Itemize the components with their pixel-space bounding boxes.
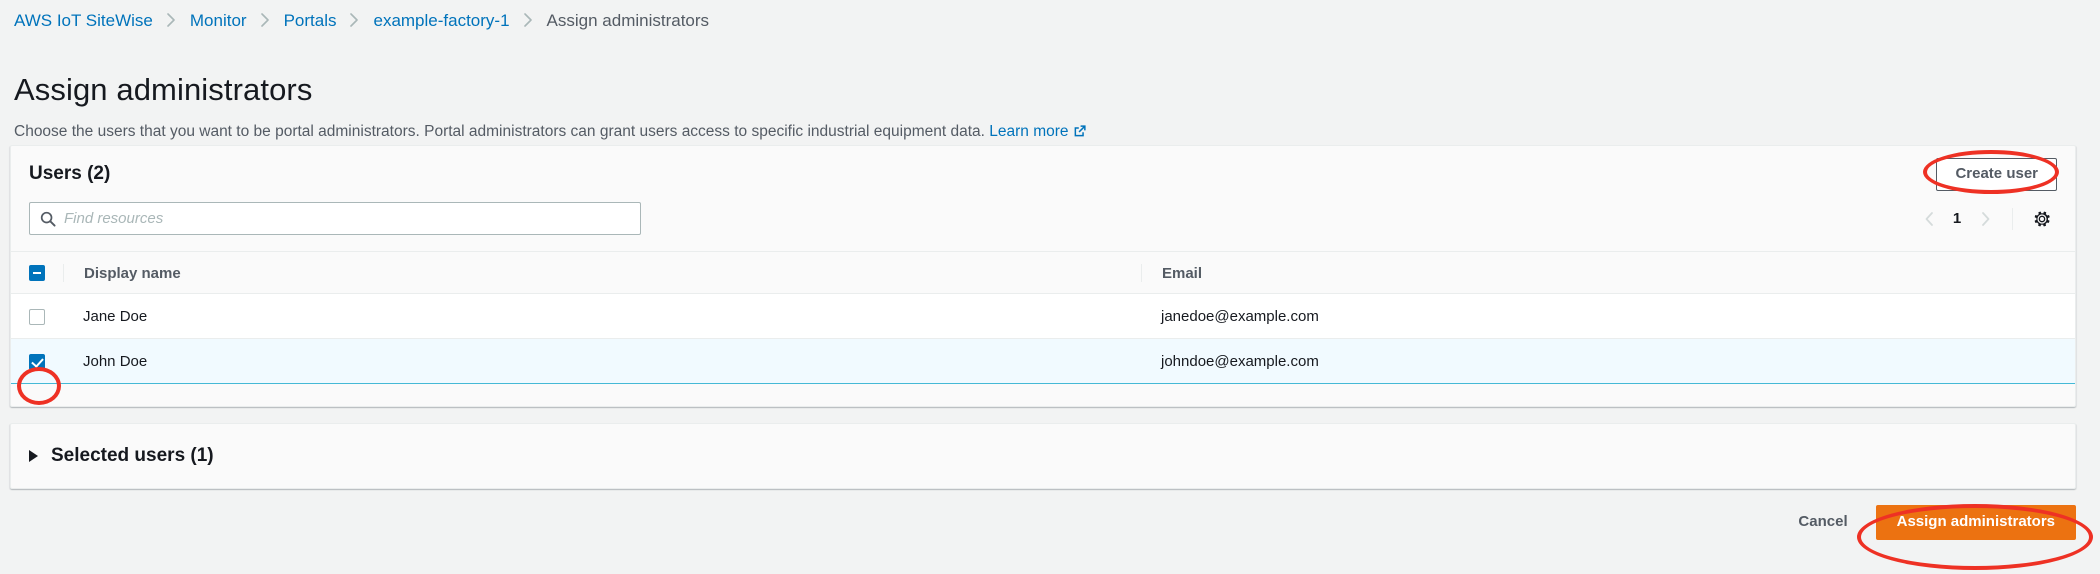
row-display-name-jane-doe: Jane Doe: [63, 308, 147, 325]
pagination-next-icon[interactable]: [1970, 204, 2000, 234]
assign-administrators-button[interactable]: Assign administrators: [1876, 505, 2076, 540]
row-display-name-cell: John Doe: [63, 339, 1141, 384]
row-email-cell: janedoe@example.com: [1141, 294, 2075, 339]
table-row[interactable]: Jane Doe janedoe@example.com: [11, 294, 2075, 339]
selected-users-panel: Selected users (1): [10, 423, 2076, 489]
page-description: Choose the users that you want to be por…: [14, 122, 1087, 144]
users-panel: Users (2) Create user 1: [10, 145, 2076, 407]
page-title: Assign administrators: [14, 71, 312, 109]
row-display-name-cell: Jane Doe: [63, 294, 1141, 339]
row-email-jane-doe: janedoe@example.com: [1141, 308, 1319, 325]
select-all-checkbox[interactable]: [29, 265, 45, 281]
users-table-head: Display name Email: [11, 252, 2075, 294]
selected-users-expandable[interactable]: Selected users (1): [11, 424, 2075, 488]
page-description-text: Choose the users that you want to be por…: [14, 123, 985, 140]
triangle-right-icon: [29, 450, 38, 462]
users-table: Display name Email Jane Doe jan: [11, 251, 2075, 384]
breadcrumb-separator-icon: [523, 13, 534, 27]
breadcrumb-item-example-factory-1[interactable]: example-factory-1: [373, 11, 509, 31]
table-row[interactable]: John Doe johndoe@example.com: [11, 339, 2075, 384]
column-header-email-label: Email: [1162, 265, 1202, 282]
learn-more-link[interactable]: Learn more: [989, 123, 1068, 140]
breadcrumb-separator-icon: [166, 13, 177, 27]
search-icon: [40, 211, 56, 232]
pagination-page-1[interactable]: 1: [1944, 210, 1970, 227]
column-divider: [1141, 264, 1142, 282]
users-table-body: Jane Doe janedoe@example.com John Doe jo…: [11, 294, 2075, 384]
breadcrumb-item-monitor[interactable]: Monitor: [190, 11, 247, 31]
row-checkbox-john-doe[interactable]: [29, 354, 45, 370]
breadcrumb: AWS IoT SiteWise Monitor Portals example…: [14, 11, 709, 31]
breadcrumb-item-portals[interactable]: Portals: [284, 11, 337, 31]
search-input[interactable]: [30, 203, 640, 234]
breadcrumb-separator-icon: [260, 13, 271, 27]
pagination-divider: [2012, 208, 2013, 230]
users-panel-actions: Create user: [1936, 158, 2057, 191]
pagination: 1: [1914, 204, 2057, 234]
table-header-row: Display name Email: [11, 252, 2075, 294]
page-root: AWS IoT SiteWise Monitor Portals example…: [0, 0, 2100, 574]
form-actions: Cancel Assign administrators: [10, 505, 2076, 540]
column-divider: [63, 264, 64, 282]
search-box[interactable]: [29, 202, 641, 235]
pagination-prev-icon[interactable]: [1914, 204, 1944, 234]
gear-icon[interactable]: [2027, 204, 2057, 234]
row-email-john-doe: johndoe@example.com: [1141, 353, 1319, 370]
row-display-name-john-doe: John Doe: [63, 353, 147, 370]
breadcrumb-separator-icon: [349, 13, 360, 27]
row-email-cell: johndoe@example.com: [1141, 339, 2075, 384]
column-header-display-name[interactable]: Display name: [63, 252, 1141, 294]
breadcrumb-item-current: Assign administrators: [547, 11, 710, 31]
breadcrumb-item-aws-iot-sitewise[interactable]: AWS IoT SiteWise: [14, 11, 153, 31]
create-user-button[interactable]: Create user: [1936, 158, 2057, 191]
row-checkbox-cell: [11, 339, 63, 384]
column-header-display-name-label: Display name: [84, 265, 181, 282]
users-panel-header: Users (2) Create user: [11, 146, 2075, 202]
row-checkbox-cell: [11, 294, 63, 339]
external-link-icon[interactable]: [1073, 124, 1087, 144]
select-all-header: [11, 252, 63, 294]
selected-users-title: Selected users (1): [51, 445, 214, 467]
users-panel-title: Users (2): [29, 163, 110, 185]
row-checkbox-jane-doe[interactable]: [29, 309, 45, 325]
cancel-button[interactable]: Cancel: [1778, 506, 1867, 539]
users-filter-row: 1: [11, 202, 2075, 251]
column-header-email[interactable]: Email: [1141, 252, 2075, 294]
